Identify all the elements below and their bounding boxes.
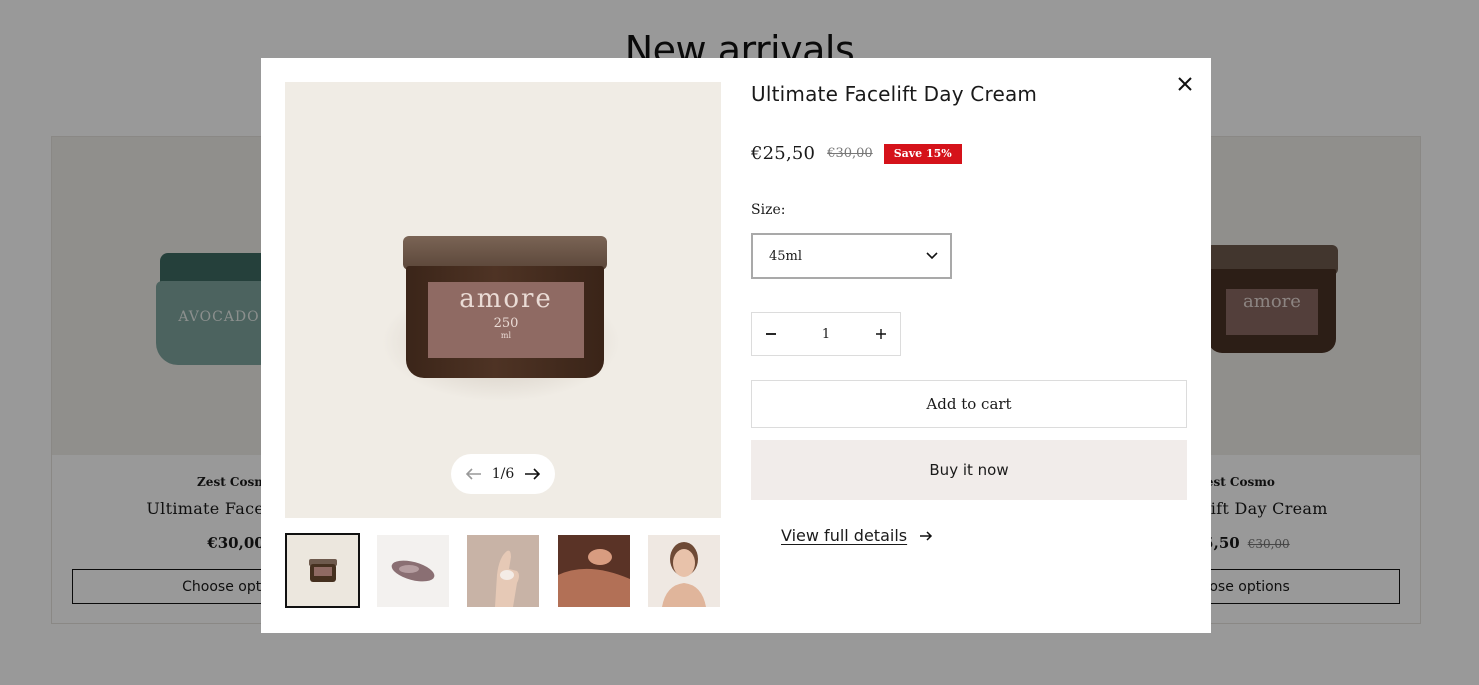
product-tin-jar: amore 250 ml bbox=[403, 236, 607, 378]
size-label: Size: bbox=[751, 202, 786, 218]
gallery-thumbnail[interactable] bbox=[467, 535, 539, 607]
arrow-right-icon bbox=[920, 530, 933, 541]
slide-counter: 1/6 bbox=[491, 466, 515, 482]
gallery-thumbnail[interactable] bbox=[648, 535, 720, 607]
quantity-input[interactable]: 1 bbox=[822, 327, 830, 342]
arrow-right-icon bbox=[525, 468, 540, 480]
close-button[interactable] bbox=[1175, 74, 1195, 94]
size-selected-value: 45ml bbox=[769, 248, 803, 264]
jar-volume: 250 bbox=[493, 316, 519, 331]
product-main-image[interactable]: amore 250 ml 1/6 bbox=[285, 82, 721, 518]
sale-badge: Save 15% bbox=[883, 143, 962, 164]
close-icon bbox=[1178, 77, 1192, 91]
minus-icon bbox=[766, 333, 776, 335]
jar-unit: ml bbox=[500, 331, 512, 340]
plus-icon bbox=[876, 329, 886, 339]
view-full-details-link[interactable]: View full details bbox=[781, 526, 933, 545]
buy-it-now-button[interactable]: Buy it now bbox=[751, 440, 1187, 500]
quick-view-modal: amore 250 ml 1/6 Ultimate Facelift Day C… bbox=[261, 58, 1211, 633]
add-to-cart-button[interactable]: Add to cart bbox=[751, 380, 1187, 428]
size-select[interactable]: 45ml bbox=[751, 233, 952, 279]
chevron-down-icon bbox=[926, 252, 938, 260]
product-title: Ultimate Facelift Day Cream bbox=[751, 82, 1038, 106]
gallery-thumbnail[interactable] bbox=[377, 535, 449, 607]
sale-price: €25,50 bbox=[751, 143, 816, 164]
previous-slide-button[interactable] bbox=[465, 465, 483, 483]
decrease-quantity-button[interactable] bbox=[752, 313, 790, 355]
price-row: €25,50 €30,00 Save 15% bbox=[751, 143, 962, 164]
gallery-thumbnail[interactable] bbox=[558, 535, 630, 607]
next-slide-button[interactable] bbox=[523, 465, 541, 483]
gallery-thumbnail[interactable] bbox=[285, 533, 360, 608]
quantity-stepper: 1 bbox=[751, 312, 901, 356]
arrow-left-icon bbox=[466, 468, 481, 480]
gallery-pager: 1/6 bbox=[451, 454, 555, 494]
compare-price: €30,00 bbox=[827, 146, 873, 161]
increase-quantity-button[interactable] bbox=[862, 313, 900, 355]
jar-brand-label: amore bbox=[459, 284, 553, 314]
